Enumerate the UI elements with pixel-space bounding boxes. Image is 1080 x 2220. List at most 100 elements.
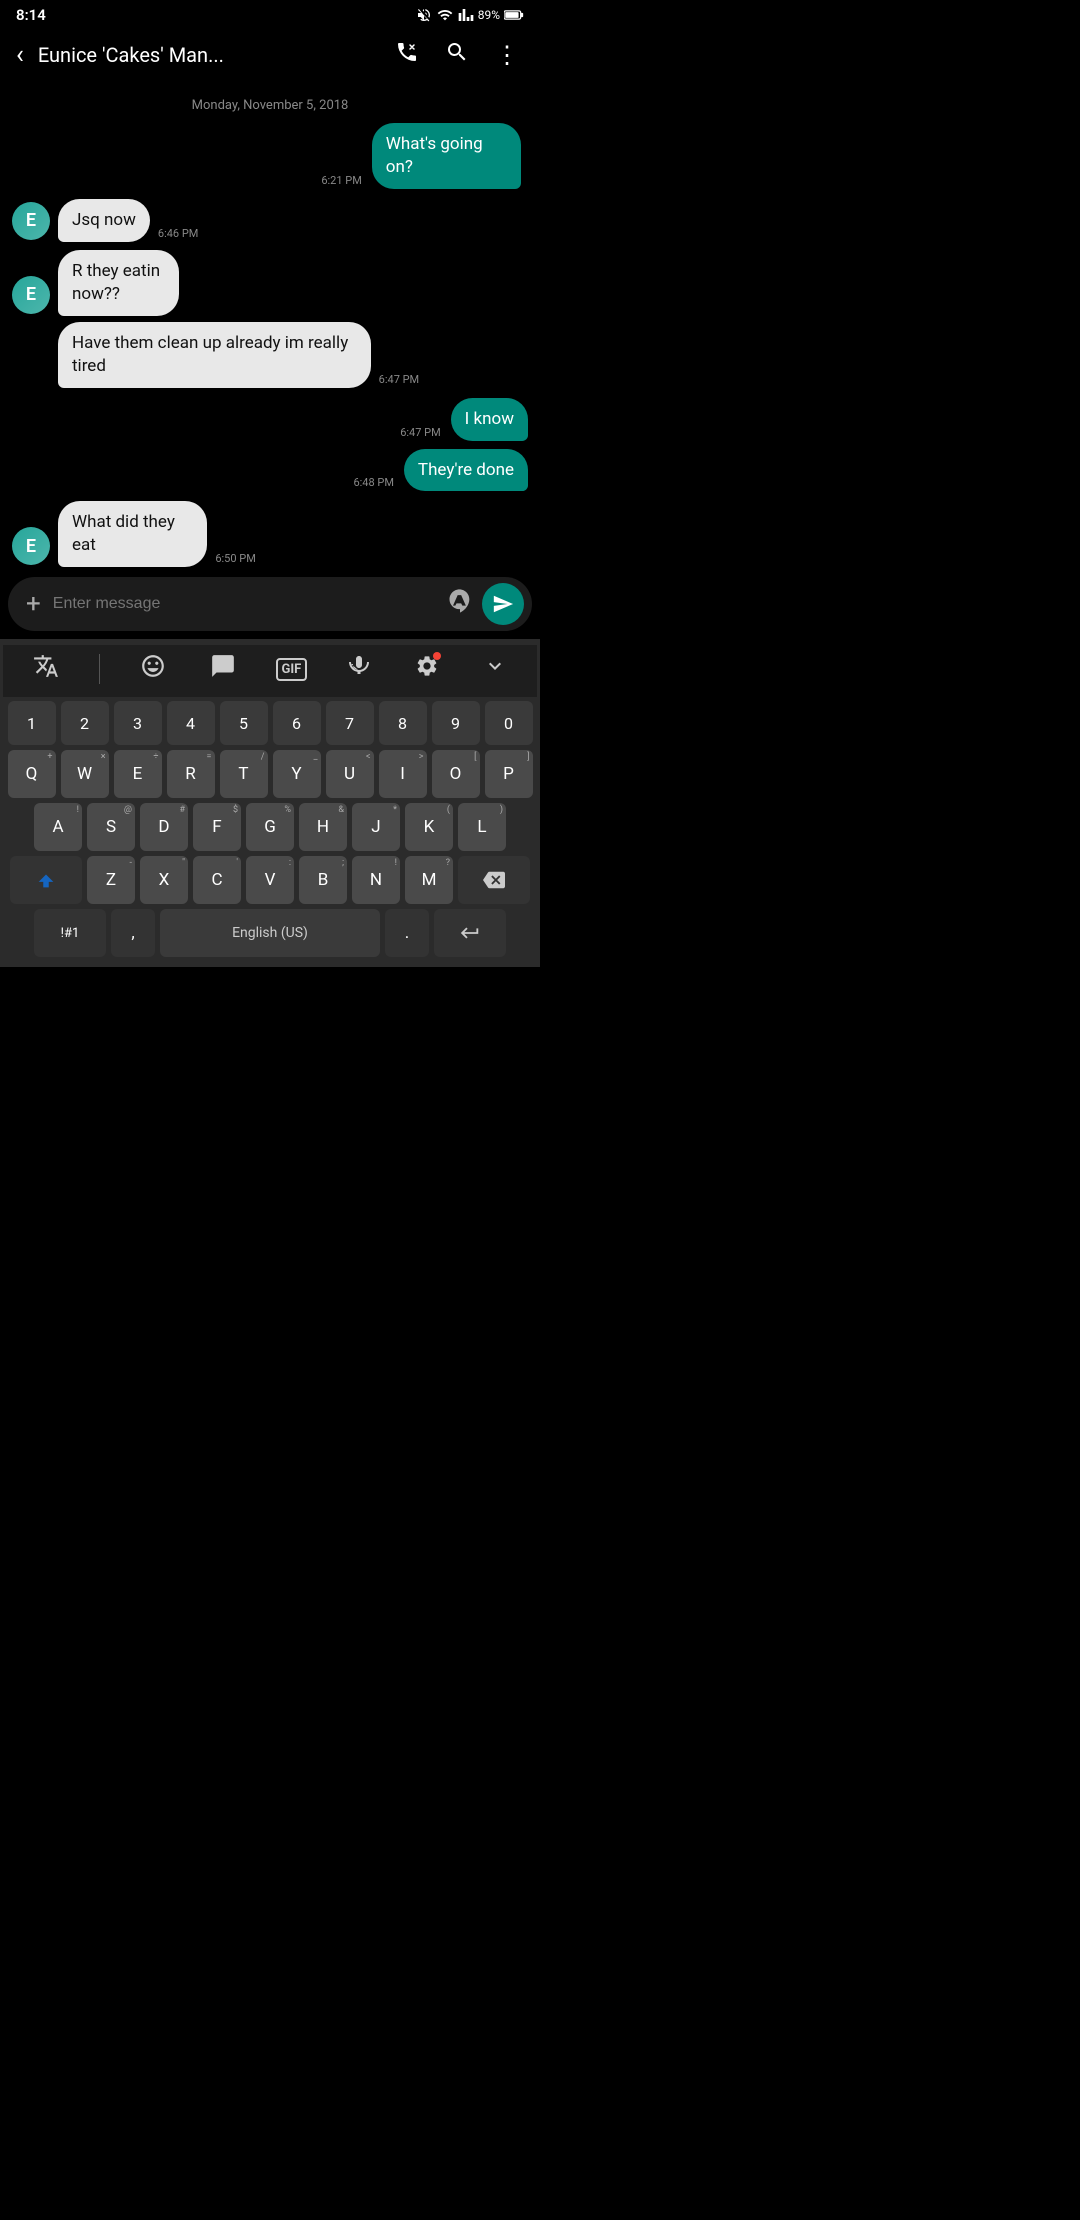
key-u[interactable]: <U	[326, 750, 374, 798]
key-9[interactable]: 9	[432, 701, 480, 745]
message-bubble: They're done	[404, 449, 528, 492]
keyboard-zxcv-row: -Z "X 'C :V ;B !N ?M	[3, 856, 537, 904]
avatar: E	[12, 202, 50, 240]
key-g[interactable]: %G	[246, 803, 294, 851]
message-row: E R they eatin now??	[12, 250, 528, 316]
message-bubble: Have them clean up already im really tir…	[58, 322, 371, 388]
emoji-icon[interactable]	[136, 649, 170, 689]
sticker-button[interactable]	[446, 587, 474, 621]
wifi-icon	[436, 7, 454, 23]
message-time: 6:47 PM	[379, 373, 419, 386]
backspace-button[interactable]	[458, 856, 530, 904]
more-options-button[interactable]: ⋮	[487, 37, 528, 73]
message-text: They're done	[418, 460, 514, 480]
enter-button[interactable]	[434, 909, 506, 957]
chat-area: Monday, November 5, 2018 6:21 PM What's …	[0, 98, 540, 567]
message-text: I know	[465, 409, 514, 429]
key-v[interactable]: :V	[246, 856, 294, 904]
key-t[interactable]: /T	[220, 750, 268, 798]
message-row: E What did they eat 6:50 PM	[12, 501, 528, 567]
key-h[interactable]: &H	[299, 803, 347, 851]
shift-button[interactable]	[10, 856, 82, 904]
keyboard-hide-icon[interactable]	[479, 650, 511, 688]
message-time: 6:48 PM	[353, 476, 393, 489]
keyboard-toolbar: GIF	[3, 645, 537, 697]
key-o[interactable]: [O	[432, 750, 480, 798]
space-key[interactable]: English (US)	[160, 909, 380, 957]
message-row: 6:21 PM What's going on?	[12, 123, 528, 189]
key-f[interactable]: $F	[193, 803, 241, 851]
key-1[interactable]: 1	[8, 701, 56, 745]
keyboard-qwerty-row: +Q ×W ÷E =R /T _Y <U >I [O ]P	[3, 750, 537, 798]
key-r[interactable]: =R	[167, 750, 215, 798]
search-button[interactable]	[437, 36, 477, 74]
key-x[interactable]: "X	[140, 856, 188, 904]
message-text: What's going on?	[386, 134, 483, 177]
signal-icon	[458, 7, 474, 23]
message-time: 6:50 PM	[215, 552, 255, 565]
key-e[interactable]: ÷E	[114, 750, 162, 798]
message-time: 6:47 PM	[400, 426, 440, 439]
status-bar: 8:14 89%	[0, 0, 540, 28]
avatar: E	[12, 527, 50, 565]
send-button[interactable]	[482, 583, 524, 625]
message-bubble: What's going on?	[372, 123, 521, 189]
key-w[interactable]: ×W	[61, 750, 109, 798]
key-s[interactable]: @S	[87, 803, 135, 851]
toolbar: ‹ Eunice 'Cakes' Man... ⋮	[0, 28, 540, 82]
keyboard-settings-icon[interactable]	[411, 650, 443, 688]
message-text: What did they eat	[72, 512, 175, 555]
chat-title: Eunice 'Cakes' Man...	[38, 43, 377, 67]
key-8[interactable]: 8	[379, 701, 427, 745]
message-text: Have them clean up already im really tir…	[72, 333, 348, 376]
mute-icon	[416, 7, 432, 23]
key-n[interactable]: !N	[352, 856, 400, 904]
period-key[interactable]: .	[385, 909, 429, 957]
key-c[interactable]: 'C	[193, 856, 241, 904]
keyboard: GIF 1 2 3 4 5 6 7 8 9 0 +Q ×W ÷E =R /T _…	[0, 639, 540, 967]
key-6[interactable]: 6	[273, 701, 321, 745]
key-y[interactable]: _Y	[273, 750, 321, 798]
key-m[interactable]: ?M	[405, 856, 453, 904]
key-i[interactable]: >I	[379, 750, 427, 798]
message-bubble: Jsq now	[58, 199, 150, 242]
call-button[interactable]	[387, 36, 427, 74]
key-p[interactable]: ]P	[485, 750, 533, 798]
key-l[interactable]: )L	[458, 803, 506, 851]
message-text: R they eatin now??	[72, 261, 160, 304]
comma-key[interactable]: ,	[111, 909, 155, 957]
message-time: 6:46 PM	[158, 227, 198, 240]
key-3[interactable]: 3	[114, 701, 162, 745]
key-q[interactable]: +Q	[8, 750, 56, 798]
key-a[interactable]: !A	[34, 803, 82, 851]
sticker-keyboard-icon[interactable]	[206, 649, 240, 689]
message-row: Have them clean up already im really tir…	[12, 322, 528, 388]
status-time: 8:14	[16, 6, 46, 24]
key-d[interactable]: #D	[140, 803, 188, 851]
message-bubble: R they eatin now??	[58, 250, 179, 316]
key-b[interactable]: ;B	[299, 856, 347, 904]
key-2[interactable]: 2	[61, 701, 109, 745]
key-j[interactable]: *J	[352, 803, 400, 851]
message-bubble: I know	[451, 398, 528, 441]
mic-icon[interactable]	[343, 650, 375, 688]
message-input[interactable]	[53, 595, 438, 613]
key-k[interactable]: (K	[405, 803, 453, 851]
translate-icon[interactable]	[29, 649, 63, 689]
gif-button[interactable]: GIF	[276, 658, 308, 681]
key-0[interactable]: 0	[485, 701, 533, 745]
key-4[interactable]: 4	[167, 701, 215, 745]
key-7[interactable]: 7	[326, 701, 374, 745]
message-row: 6:47 PM I know	[12, 398, 528, 441]
battery-icon	[504, 9, 524, 21]
keyboard-asdf-row: !A @S #D $F %G &H *J (K )L	[3, 803, 537, 851]
avatar: E	[12, 276, 50, 314]
message-row: 6:48 PM They're done	[12, 449, 528, 492]
key-z[interactable]: -Z	[87, 856, 135, 904]
key-5[interactable]: 5	[220, 701, 268, 745]
message-bubble: What did they eat	[58, 501, 207, 567]
back-button[interactable]: ‹	[12, 36, 28, 74]
symbols-button[interactable]: !#1	[34, 909, 106, 957]
date-divider: Monday, November 5, 2018	[12, 98, 528, 113]
attach-button[interactable]: +	[22, 589, 45, 619]
